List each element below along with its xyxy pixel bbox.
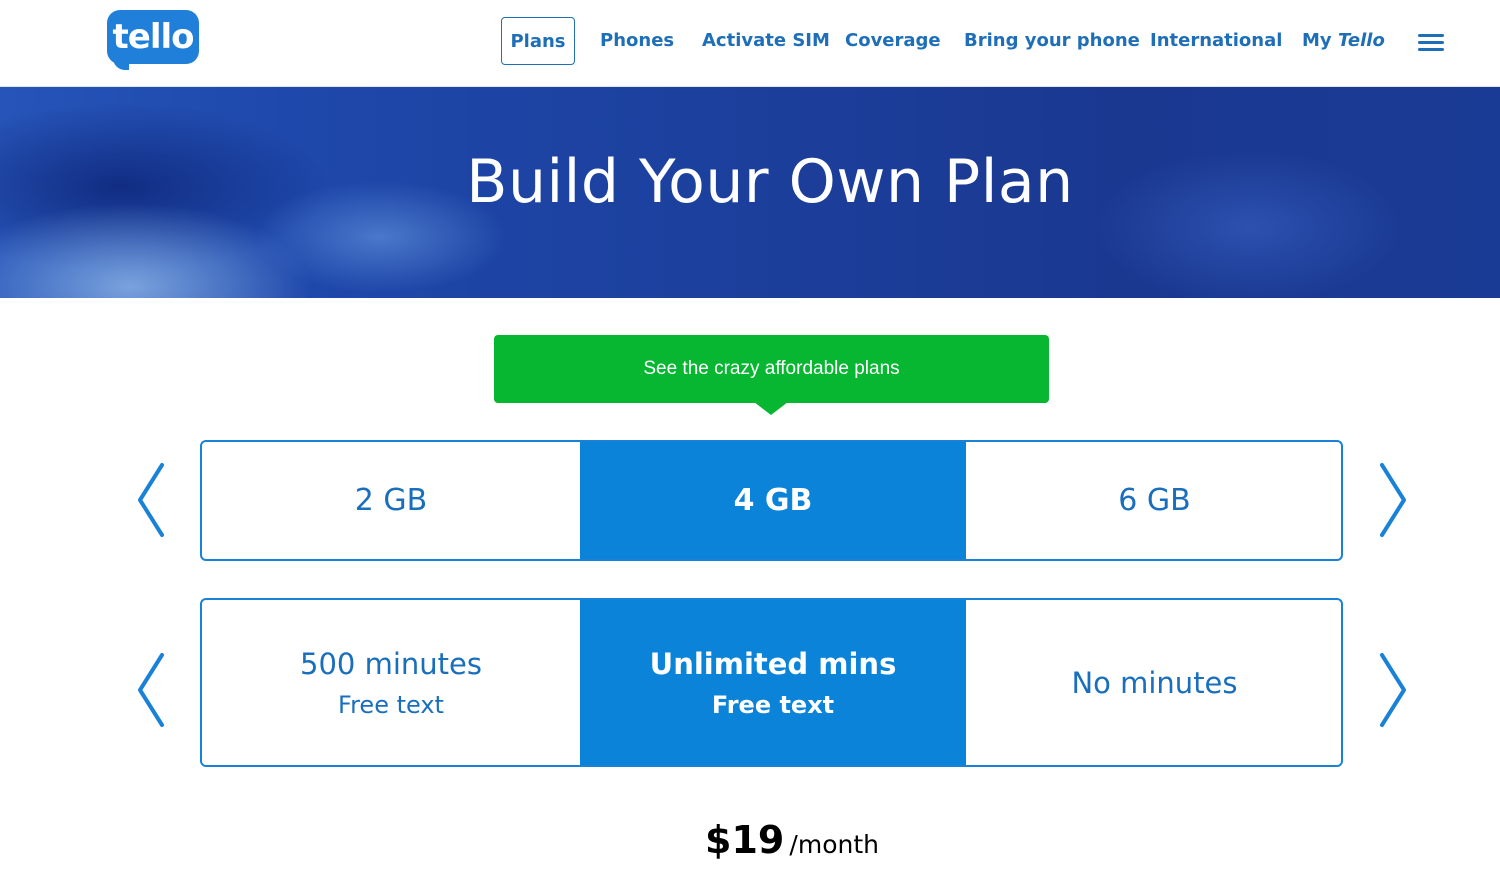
minutes-option-main: Unlimited mins — [649, 646, 897, 681]
minutes-selector: 500 minutes Free text Unlimited mins Fre… — [200, 598, 1343, 767]
my-tello-prefix: My — [1302, 30, 1332, 51]
plan-price: $19 /month — [42, 818, 1500, 862]
minutes-option-unlimited[interactable]: Unlimited mins Free text — [580, 600, 966, 765]
hero-banner: Build Your Own Plan — [0, 87, 1500, 298]
price-amount: $19 — [705, 818, 785, 862]
site-header: tello Plans Phones Activate SIM Coverage… — [0, 0, 1500, 87]
data-option-6gb[interactable]: 6 GB — [966, 442, 1341, 559]
minutes-next-chevron-right-icon[interactable] — [1376, 651, 1410, 729]
banner-pointer — [754, 402, 788, 415]
data-option-label: 6 GB — [1118, 483, 1191, 518]
minutes-option-main: No minutes — [1071, 665, 1238, 700]
data-next-chevron-right-icon[interactable] — [1376, 461, 1410, 539]
nav-plans[interactable]: Plans — [501, 17, 575, 65]
nav-bring-your-phone[interactable]: Bring your phone — [964, 17, 1140, 65]
minutes-option-main: 500 minutes — [300, 646, 482, 681]
nav-coverage[interactable]: Coverage — [845, 17, 941, 65]
minutes-option-none[interactable]: No minutes — [966, 600, 1341, 765]
main-nav: Plans Phones Activate SIM Coverage Bring… — [0, 17, 1500, 65]
data-option-label: 4 GB — [733, 483, 813, 518]
data-option-2gb[interactable]: 2 GB — [202, 442, 580, 559]
page-title: Build Your Own Plan — [466, 147, 1074, 217]
price-unit: /month — [789, 830, 879, 859]
nav-activate-sim[interactable]: Activate SIM — [702, 17, 830, 65]
data-option-4gb[interactable]: 4 GB — [580, 442, 966, 559]
affordable-plans-banner[interactable]: See the crazy affordable plans — [494, 335, 1049, 403]
minutes-option-sub: Free text — [711, 690, 835, 719]
data-selector: 2 GB 4 GB 6 GB — [200, 440, 1343, 561]
minutes-option-500[interactable]: 500 minutes Free text — [202, 600, 580, 765]
nav-my-tello[interactable]: My Tello — [1302, 17, 1385, 65]
data-prev-chevron-left-icon[interactable] — [134, 461, 168, 539]
nav-international[interactable]: International — [1150, 17, 1282, 65]
nav-phones[interactable]: Phones — [600, 17, 674, 65]
hamburger-icon[interactable] — [1418, 34, 1444, 52]
data-option-label: 2 GB — [354, 483, 428, 518]
minutes-option-sub: Free text — [338, 690, 444, 719]
my-tello-brand: Tello — [1337, 30, 1385, 51]
minutes-prev-chevron-left-icon[interactable] — [134, 651, 168, 729]
